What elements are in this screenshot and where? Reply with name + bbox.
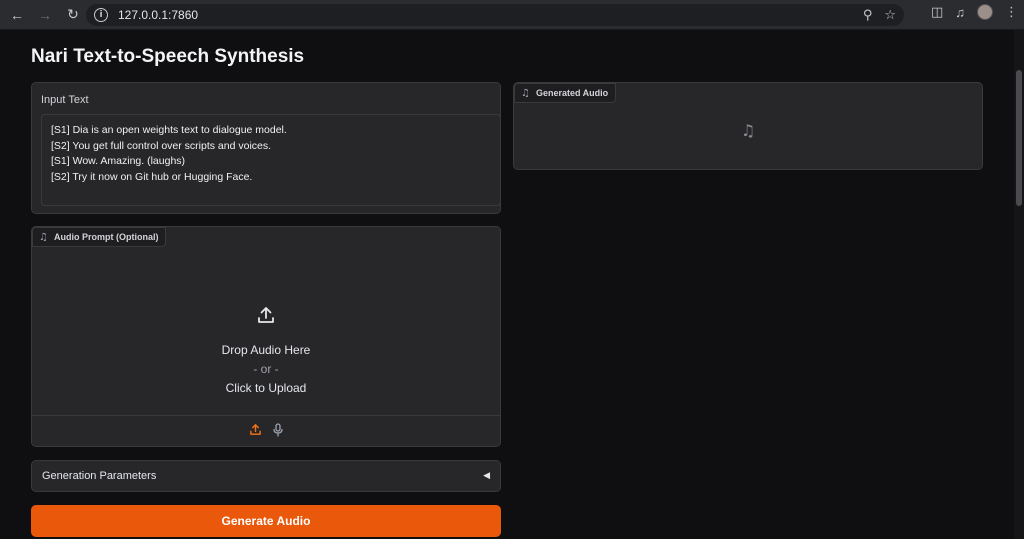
reload-icon[interactable]: ↻ (62, 4, 84, 26)
zoom-icon[interactable]: ⚲ (863, 7, 873, 23)
forward-icon[interactable]: → (34, 4, 56, 26)
scrollbar[interactable] (1014, 30, 1024, 539)
audio-source-bar (32, 415, 500, 446)
upload-icon (32, 305, 500, 329)
generated-audio-label: Generated Audio (535, 88, 609, 98)
text-line: [S1] Dia is an open weights text to dial… (51, 124, 287, 136)
upload-icon-svg (258, 307, 274, 323)
address-bar[interactable]: i 127.0.0.1:7860 ⚲ ☆ (86, 4, 904, 26)
media-icon[interactable]: ♫ (955, 5, 965, 20)
audio-prompt-tag: ♫ Audio Prompt (Optional) (32, 227, 167, 247)
input-text-panel: Input Text [S1] Dia is an open weights t… (31, 82, 501, 214)
input-text-label: Input Text (41, 94, 89, 106)
generation-parameters-accordion[interactable]: Generation Parameters ◀ (31, 460, 501, 492)
text-line: [S2] You get full control over scripts a… (51, 139, 272, 152)
scroll-thumb[interactable] (1016, 70, 1022, 206)
drop-audio-text: Drop Audio Here (221, 343, 311, 357)
page-title: Nari Text-to-Speech Synthesis (31, 46, 305, 67)
extensions-icon[interactable]: ◫ (931, 4, 943, 20)
audio-prompt-label: Audio Prompt (Optional) (53, 232, 159, 242)
music-note-icon: ♫ (521, 87, 530, 99)
generated-audio-panel: ♫ Generated Audio ♫ (513, 82, 983, 170)
menu-icon[interactable]: ⋮ (1005, 4, 1018, 20)
upload-source-icon[interactable] (249, 423, 262, 439)
music-note-icon: ♫ (39, 231, 48, 243)
generate-audio-button[interactable]: Generate Audio (31, 505, 501, 537)
audio-upload-dropzone[interactable]: Drop Audio Here - or - Click to Upload (32, 249, 500, 415)
profile-avatar[interactable] (977, 4, 993, 20)
audio-placeholder-icon: ♫ (740, 121, 756, 140)
microphone-icon[interactable] (272, 422, 284, 440)
url-text[interactable]: 127.0.0.1:7860 (118, 8, 198, 22)
browser-toolbar: ← → ↻ i 127.0.0.1:7860 ⚲ ☆ ◫ ♫ ⋮ (0, 0, 1024, 30)
star-icon[interactable]: ☆ (884, 7, 896, 23)
audio-prompt-panel: ♫ Audio Prompt (Optional) Drop Audio Her… (31, 226, 501, 447)
generated-audio-tag: ♫ Generated Audio (514, 83, 617, 103)
generation-parameters-label: Generation Parameters (42, 470, 157, 482)
collapse-arrow-icon[interactable]: ◀ (483, 471, 490, 481)
back-icon[interactable]: ← (6, 4, 28, 26)
text-line: [S2] Try it now on Git hub or Hugging Fa… (51, 170, 253, 183)
click-to-upload-text[interactable]: Click to Upload (32, 381, 500, 395)
text-line: [S1] Wow. Amazing. (laughs) (51, 155, 186, 167)
input-text-area[interactable]: [S1] Dia is an open weights text to dial… (41, 114, 501, 206)
info-icon[interactable]: i (94, 8, 108, 22)
or-text: - or - (253, 362, 279, 376)
